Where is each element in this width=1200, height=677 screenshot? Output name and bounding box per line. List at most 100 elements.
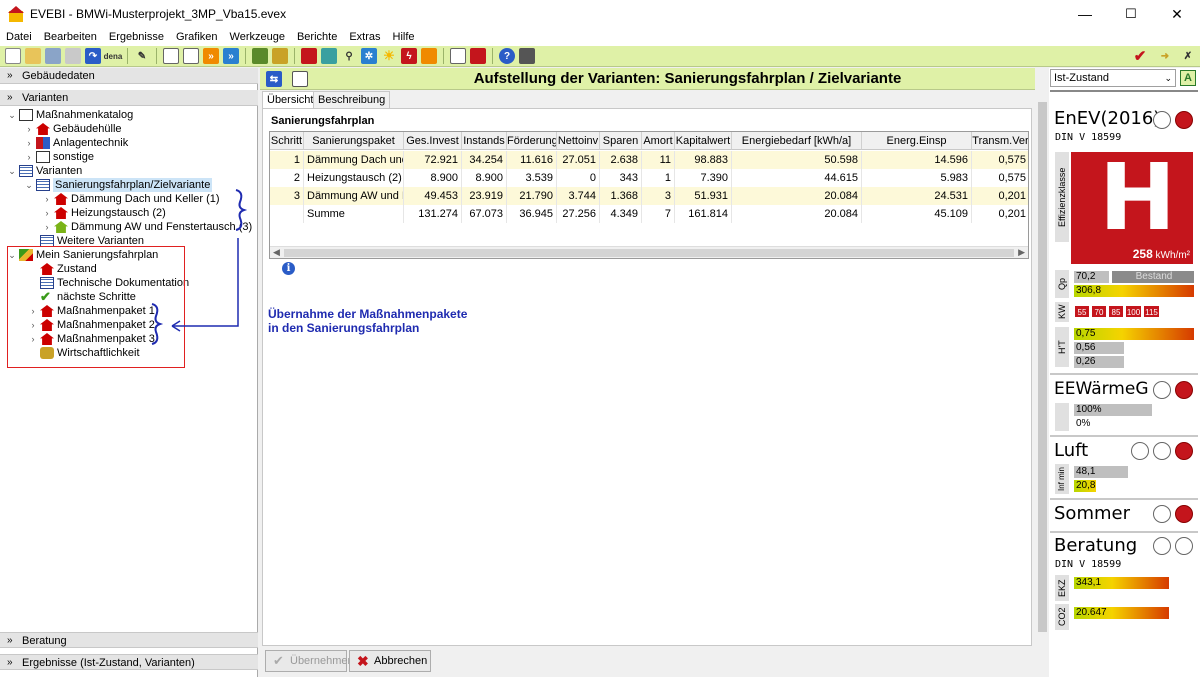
- section-beratung[interactable]: » Beratung: [0, 632, 258, 648]
- chart-icon[interactable]: [470, 48, 486, 64]
- beratung-heading: Beratung: [1054, 535, 1138, 556]
- column-header[interactable]: Instands: [462, 132, 507, 150]
- column-header[interactable]: Nettoinv: [557, 132, 600, 150]
- menu-ergebnisse[interactable]: Ergebnisse: [103, 31, 170, 43]
- menu-grafiken[interactable]: Grafiken: [170, 31, 224, 43]
- menu-berichte[interactable]: Berichte: [291, 31, 343, 43]
- variant-select[interactable]: Ist-Zustand ⌄: [1050, 69, 1176, 87]
- list-icon[interactable]: [272, 48, 288, 64]
- open-folder-icon[interactable]: [25, 48, 41, 64]
- horizontal-scrollbar[interactable]: ◀ ▶: [270, 246, 1028, 258]
- import-icon[interactable]: »: [223, 48, 239, 64]
- help-icon[interactable]: ?: [499, 48, 515, 64]
- status-circle-empty: [1153, 111, 1171, 129]
- pencil-icon[interactable]: ✎: [134, 48, 150, 64]
- menu-bearbeiten[interactable]: Bearbeiten: [38, 31, 103, 43]
- table-cell: 0: [557, 169, 600, 187]
- kw-values: 55 70 85 100 115: [1074, 305, 1161, 318]
- table-cell: 21.790: [507, 187, 557, 205]
- document-icon[interactable]: [163, 48, 179, 64]
- luft-label: Inf min: [1055, 464, 1069, 494]
- arrow-line: [172, 238, 239, 327]
- table-cell: Dämmung AW und F...: [304, 187, 404, 205]
- fan-icon[interactable]: ✲: [361, 48, 377, 64]
- table-cell: 98.883: [675, 151, 732, 169]
- grid-icon[interactable]: [321, 48, 337, 64]
- grid-title: Sanierungsfahrplan: [271, 115, 375, 127]
- column-header[interactable]: Energiebedarf [kWh/a]: [732, 132, 862, 150]
- calculator-icon[interactable]: [450, 48, 466, 64]
- checkmark-icon[interactable]: ✔: [1132, 48, 1148, 65]
- table-cell: [270, 205, 304, 223]
- font-size-icon[interactable]: A: [1180, 70, 1196, 86]
- arrow-right-icon[interactable]: ➜: [1157, 48, 1173, 64]
- table-cell: 4.349: [600, 205, 642, 223]
- bottom-bar: ✔ Übernehmen ✖ Abbrechen: [260, 646, 1049, 677]
- cancel-button[interactable]: ✖ Abbrechen: [349, 650, 431, 672]
- column-header[interactable]: Kapitalwert: [675, 132, 732, 150]
- eew-heading: EEWärmeG: [1054, 379, 1149, 399]
- ekz-bar: 343,1: [1074, 577, 1169, 589]
- info-icon[interactable]: i: [282, 262, 295, 275]
- din-label-2: DIN V 18599: [1055, 559, 1122, 570]
- building-icon[interactable]: [252, 48, 268, 64]
- table-cell: 0,201: [972, 187, 1028, 205]
- column-header[interactable]: Energ.Einsp: [862, 132, 972, 150]
- search-icon[interactable]: ⚲: [341, 48, 357, 64]
- data-grid[interactable]: Schritt Sanierungspaket Ges.Invest Instands…: [269, 131, 1029, 259]
- ht-bar-3: 0,26: [1074, 356, 1124, 368]
- eew-bar-2: 0%: [1076, 418, 1091, 429]
- app-logo-icon: [8, 6, 24, 22]
- menu-bar: Datei Bearbeiten Ergebnisse Grafiken Wer…: [0, 28, 1200, 46]
- dena-icon[interactable]: dena: [104, 48, 123, 64]
- column-header[interactable]: Ges.Invest: [404, 132, 462, 150]
- copy-icon[interactable]: [45, 48, 61, 64]
- brace-icon: [151, 303, 164, 345]
- vertical-scrollbar[interactable]: [1035, 90, 1049, 646]
- menu-hilfe[interactable]: Hilfe: [387, 31, 421, 43]
- enev-heading: EnEV(2016): [1054, 108, 1161, 129]
- chevron-down-icon: ⌄: [1164, 73, 1172, 83]
- column-header[interactable]: Transm.Ver: [972, 132, 1028, 150]
- house-energy-icon[interactable]: [421, 48, 437, 64]
- report-icon[interactable]: [183, 48, 199, 64]
- section-ergebnisse[interactable]: » Ergebnisse (Ist-Zustand, Varianten): [0, 654, 258, 670]
- paste-icon[interactable]: [65, 48, 81, 64]
- tools-icon[interactable]: ✗: [1180, 48, 1196, 64]
- tab-beschreibung[interactable]: Beschreibung: [313, 91, 391, 109]
- wall-icon[interactable]: [301, 48, 317, 64]
- table-cell: 7: [642, 205, 675, 223]
- scroll-thumb[interactable]: [1038, 102, 1047, 632]
- phone-icon[interactable]: [519, 48, 535, 64]
- effclass-number: 258: [1132, 247, 1153, 261]
- table-cell: 3.539: [507, 169, 557, 187]
- new-file-icon[interactable]: [5, 48, 21, 64]
- table-cell: 23.919: [462, 187, 507, 205]
- column-header[interactable]: Sanierungspaket: [304, 132, 404, 150]
- maximize-button[interactable]: ☐: [1108, 0, 1154, 28]
- lightning-icon[interactable]: ϟ: [401, 48, 417, 64]
- export-icon[interactable]: »: [203, 48, 219, 64]
- redo-icon[interactable]: ↷: [85, 48, 101, 64]
- table-cell: 3: [270, 187, 304, 205]
- table-cell: Heizungstausch (2): [304, 169, 404, 187]
- menu-werkzeuge[interactable]: Werkzeuge: [224, 31, 291, 43]
- kw-label: KW: [1055, 302, 1069, 322]
- column-header[interactable]: Förderung: [507, 132, 557, 150]
- accept-button[interactable]: ✔ Übernehmen: [265, 650, 354, 672]
- table-cell: 3: [642, 187, 675, 205]
- menu-datei[interactable]: Datei: [0, 31, 38, 43]
- kw-box: 70: [1091, 305, 1107, 318]
- close-icon: ✖: [357, 653, 369, 669]
- menu-extras[interactable]: Extras: [343, 31, 386, 43]
- close-button[interactable]: ✕: [1154, 0, 1200, 28]
- table-cell: 7.390: [675, 169, 732, 187]
- column-header[interactable]: Amort: [642, 132, 675, 150]
- minimize-button[interactable]: —: [1062, 0, 1108, 28]
- column-header[interactable]: Sparen: [600, 132, 642, 150]
- qp-bestand-bar: Bestand: [1112, 271, 1194, 283]
- sun-icon[interactable]: ☀: [381, 48, 397, 64]
- kw-box: 55: [1074, 305, 1090, 318]
- column-header[interactable]: Schritt: [270, 132, 304, 150]
- table-cell: 0,575: [972, 151, 1028, 169]
